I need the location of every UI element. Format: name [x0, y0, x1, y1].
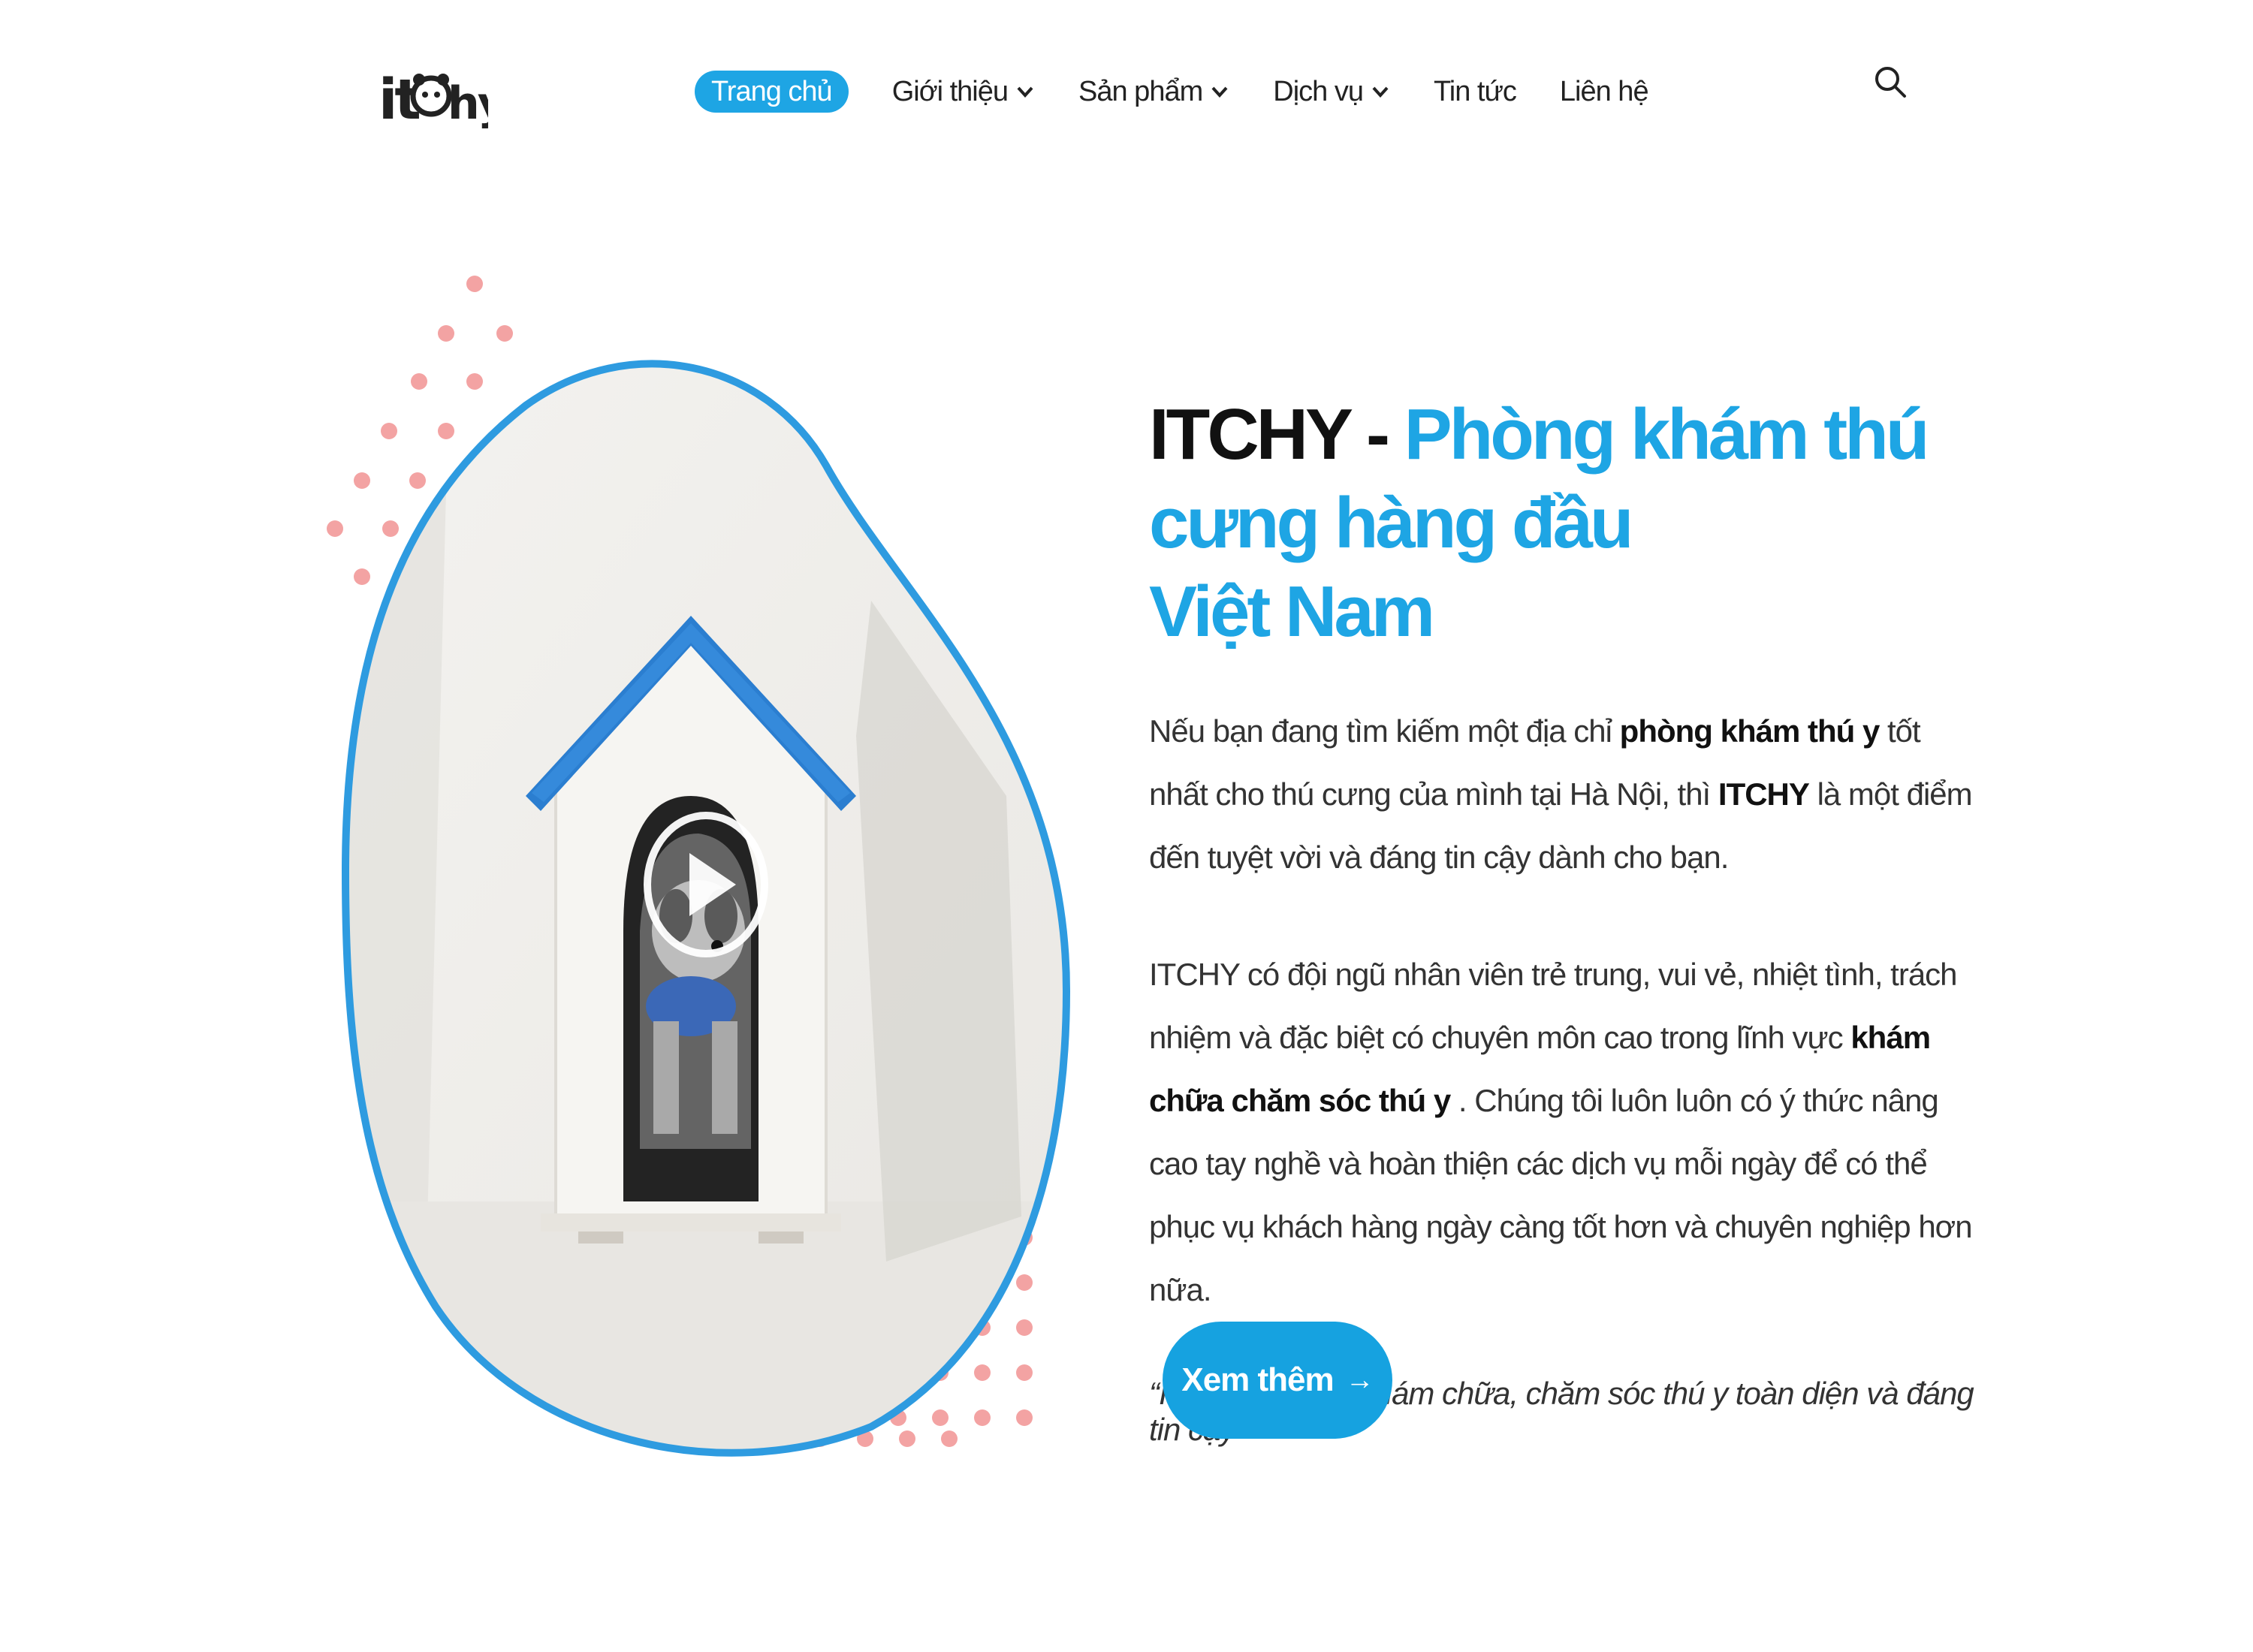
text-bold: ITCHY — [1718, 776, 1810, 812]
text-bold: phòng khám thú y — [1619, 713, 1881, 749]
play-icon — [644, 812, 768, 957]
nav-label: Dịch vụ — [1273, 75, 1364, 107]
nav-item-products[interactable]: Sản phẩm — [1078, 71, 1229, 113]
nav-item-services[interactable]: Dịch vụ — [1273, 71, 1390, 113]
hero-content: ITCHY - Phòng khám thú cưng hàng đầu Việ… — [1149, 390, 1975, 1448]
text-segment: ITCHY có đội ngũ nhân viên trẻ trung, vu… — [1149, 957, 1958, 1055]
search-icon — [1875, 67, 1906, 98]
text-segment: Nếu bạn đang tìm kiếm một địa chỉ — [1149, 713, 1620, 749]
team-paragraph: ITCHY có đội ngũ nhân viên trẻ trung, vu… — [1149, 943, 1975, 1322]
nav-item-home[interactable]: Trang chủ — [695, 71, 849, 113]
play-video-button[interactable] — [638, 809, 774, 960]
nav-label: Sản phẩm — [1078, 75, 1203, 107]
logo[interactable]: it hy — [376, 53, 509, 135]
nav-item-news[interactable]: Tin tức — [1433, 71, 1517, 113]
nav-label: Tin tức — [1433, 75, 1517, 107]
nav-label: Liên hệ — [1559, 75, 1649, 107]
nav-item-about[interactable]: Giới thiệu — [892, 71, 1035, 113]
main-nav: Trang chủ Giới thiệu Sản phẩm Dịch vụ Ti… — [695, 69, 1692, 114]
nav-label: Giới thiệu — [891, 75, 1009, 107]
nav-item-contact[interactable]: Liên hệ — [1559, 71, 1649, 113]
arrow-right-icon: → — [1345, 1364, 1374, 1396]
chevron-down-icon — [1211, 86, 1228, 98]
intro-paragraph: Nếu bạn đang tìm kiếm một địa chỉ phòng … — [1149, 700, 1975, 889]
title-highlight-2: Việt Nam — [1149, 571, 1435, 652]
cta-label: Xem thêm — [1181, 1361, 1334, 1398]
title-brand: ITCHY - — [1149, 394, 1404, 475]
search-button[interactable] — [1871, 63, 1909, 101]
chevron-down-icon — [1372, 86, 1389, 98]
chevron-down-icon — [1017, 86, 1033, 98]
hero-title: ITCHY - Phòng khám thú cưng hàng đầu Việ… — [1149, 390, 1975, 656]
svg-text:hy: hy — [448, 77, 488, 130]
site-header: it hy Trang chủ Giới thiệu Sản phẩm Dịch… — [0, 0, 2253, 150]
logo-icon: it hy — [379, 68, 509, 132]
see-more-button[interactable]: Xem thêm → — [1163, 1322, 1392, 1439]
nav-label: Trang chủ — [711, 75, 833, 107]
